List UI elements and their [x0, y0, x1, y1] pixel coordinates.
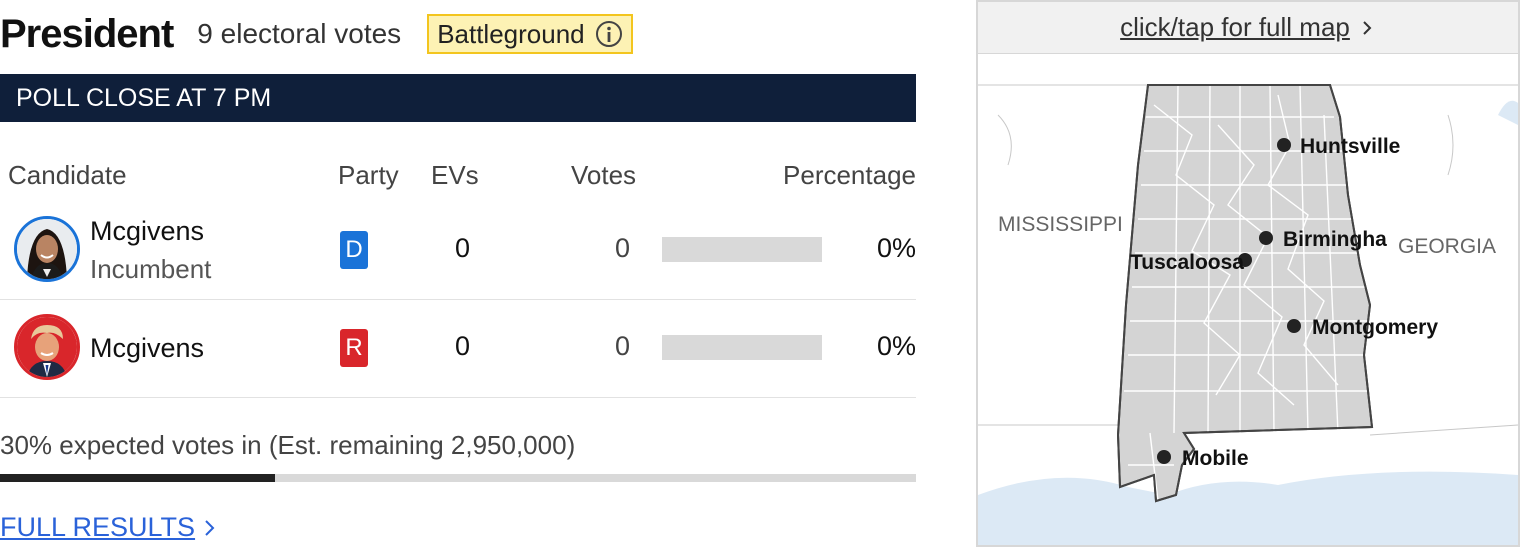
electoral-votes: 9 electoral votes — [197, 18, 402, 49]
city-dot — [1259, 231, 1273, 245]
full-map-label: click/tap for full map — [1120, 12, 1350, 42]
table-row: Mcgivens Incumbent D 0 0 0% — [0, 202, 916, 300]
race-panel: President 9 electoral votes Battleground… — [0, 0, 916, 547]
alabama-map: MISSISSIPPI GEORGIA Huntsville Birmingha… — [978, 84, 1518, 545]
party-badge: R — [340, 329, 368, 367]
city-dot — [1287, 319, 1301, 333]
candidate-evs: 0 — [454, 331, 470, 361]
avatar — [14, 314, 80, 380]
full-results-label: FULL RESULTS — [0, 512, 196, 542]
header-candidate: Candidate — [8, 160, 127, 190]
candidate-status: Incumbent — [90, 254, 212, 284]
city-dot — [1277, 138, 1291, 152]
header-percentage: Percentage — [783, 160, 916, 190]
expected-votes-text: 30% expected votes in (Est. remaining 2,… — [0, 430, 576, 460]
race-header: President 9 electoral votes Battleground — [0, 10, 633, 58]
info-icon[interactable] — [595, 20, 623, 48]
header-party: Party — [338, 160, 399, 190]
candidate-votes: 0 — [614, 233, 630, 263]
chevron-right-icon — [205, 519, 215, 536]
candidate-votes: 0 — [614, 331, 630, 361]
full-map-link[interactable]: click/tap for full map — [978, 2, 1518, 54]
percentage-bar — [662, 335, 822, 360]
lake-water — [1498, 100, 1518, 125]
header-evs: EVs — [431, 160, 479, 190]
badge-label: Battleground — [437, 18, 585, 49]
candidate-percentage: 0% — [876, 233, 916, 263]
city-label-montgomery: Montgomery — [1312, 316, 1438, 339]
results-table-header: Candidate Party EVs Votes Percentage — [0, 160, 916, 196]
state-label-east: GEORGIA — [1398, 235, 1496, 258]
city-dot — [1157, 450, 1171, 464]
state-map-panel[interactable]: click/tap for full map MISSISSIPPI GEORG… — [976, 0, 1520, 547]
avatar — [14, 216, 80, 282]
candidate-name: Mcgivens — [90, 216, 205, 246]
city-label-birmingham: Birmingha — [1283, 228, 1387, 251]
poll-close-banner: POLL CLOSE AT 7 PM — [0, 74, 916, 122]
candidate-percentage: 0% — [876, 331, 916, 361]
city-label-tuscaloosa: Tuscaloosa — [1130, 251, 1244, 274]
city-label-mobile: Mobile — [1182, 447, 1249, 470]
city-label-huntsville: Huntsville — [1300, 135, 1400, 158]
table-row: Mcgivens R 0 0 0% — [0, 300, 916, 398]
state-label-west: MISSISSIPPI — [998, 213, 1123, 236]
expected-votes-progress-fill — [0, 474, 275, 482]
gulf-water — [978, 471, 1518, 545]
race-title: President — [0, 11, 174, 56]
chevron-right-icon — [1363, 20, 1372, 35]
full-results-link[interactable]: FULL RESULTS — [0, 512, 217, 543]
percentage-bar — [662, 237, 822, 262]
expected-votes-progress — [0, 474, 916, 482]
candidate-evs: 0 — [454, 233, 470, 263]
candidate-name: Mcgivens — [90, 333, 205, 363]
poll-close-text: POLL CLOSE AT 7 PM — [16, 83, 272, 112]
battleground-badge[interactable]: Battleground — [427, 14, 633, 54]
header-votes: Votes — [571, 160, 637, 190]
party-badge: D — [340, 231, 368, 269]
